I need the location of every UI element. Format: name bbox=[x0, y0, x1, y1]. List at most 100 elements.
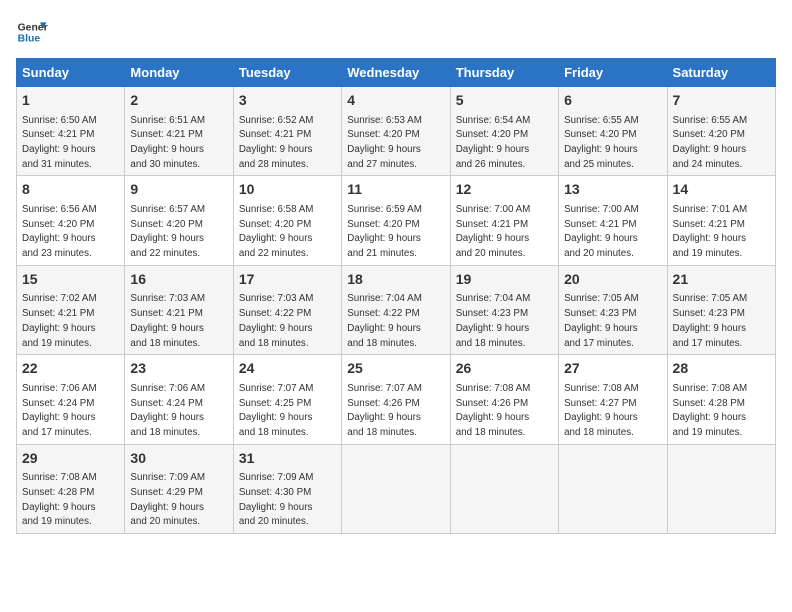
day-cell-16: 16 Sunrise: 7:03 AMSunset: 4:21 PMDayligh… bbox=[125, 265, 233, 354]
day-number: 4 bbox=[347, 91, 444, 111]
day-cell-13: 13 Sunrise: 7:00 AMSunset: 4:21 PMDayligh… bbox=[559, 176, 667, 265]
day-info: Sunrise: 6:50 AMSunset: 4:21 PMDaylight:… bbox=[22, 115, 97, 170]
weekday-header-monday: Monday bbox=[125, 59, 233, 87]
day-cell-10: 10 Sunrise: 6:58 AMSunset: 4:20 PMDayligh… bbox=[233, 176, 341, 265]
day-cell-15: 15 Sunrise: 7:02 AMSunset: 4:21 PMDayligh… bbox=[17, 265, 125, 354]
day-cell-3: 3Sunrise: 6:52 AMSunset: 4:21 PMDaylight… bbox=[233, 87, 341, 176]
day-info: Sunrise: 7:07 AMSunset: 4:26 PMDaylight:… bbox=[347, 383, 422, 438]
day-number: 17 bbox=[239, 270, 336, 290]
day-cell-28: 28 Sunrise: 7:08 AMSunset: 4:28 PMDayligh… bbox=[667, 355, 775, 444]
day-info: Sunrise: 6:53 AMSunset: 4:20 PMDaylight:… bbox=[347, 115, 422, 170]
day-cell-20: 20Sunrise: 7:05 AMSunset: 4:23 PMDayligh… bbox=[559, 265, 667, 354]
day-number: 14 bbox=[673, 180, 770, 200]
day-cell-19: 19 Sunrise: 7:04 AMSunset: 4:23 PMDayligh… bbox=[450, 265, 558, 354]
day-cell-22: 22Sunrise: 7:06 AMSunset: 4:24 PMDayligh… bbox=[17, 355, 125, 444]
weekday-header-row: SundayMondayTuesdayWednesdayThursdayFrid… bbox=[17, 59, 776, 87]
day-cell-1: 1 Sunrise: 6:50 AMSunset: 4:21 PMDaylight… bbox=[17, 87, 125, 176]
weekday-header-thursday: Thursday bbox=[450, 59, 558, 87]
day-number: 2 bbox=[130, 91, 227, 111]
calendar-week-row: 29Sunrise: 7:08 AMSunset: 4:28 PMDayligh… bbox=[17, 444, 776, 533]
day-info: Sunrise: 6:54 AMSunset: 4:20 PMDaylight:… bbox=[456, 115, 531, 170]
day-cell-27: 27 Sunrise: 7:08 AMSunset: 4:27 PMDayligh… bbox=[559, 355, 667, 444]
day-info: Sunrise: 7:00 AMSunset: 4:21 PMDaylight:… bbox=[456, 204, 531, 259]
weekday-header-wednesday: Wednesday bbox=[342, 59, 450, 87]
day-info: Sunrise: 6:55 AMSunset: 4:20 PMDaylight:… bbox=[564, 115, 639, 170]
day-info: Sunrise: 7:01 AMSunset: 4:21 PMDaylight:… bbox=[673, 204, 748, 259]
day-info: Sunrise: 7:09 AMSunset: 4:29 PMDaylight:… bbox=[130, 472, 205, 527]
day-number: 8 bbox=[22, 180, 119, 200]
day-number: 6 bbox=[564, 91, 661, 111]
day-info: Sunrise: 7:02 AMSunset: 4:21 PMDaylight:… bbox=[22, 293, 97, 348]
day-number: 19 bbox=[456, 270, 553, 290]
day-info: Sunrise: 7:08 AMSunset: 4:27 PMDaylight:… bbox=[564, 383, 639, 438]
day-number: 1 bbox=[22, 91, 119, 111]
day-cell-31: 31 Sunrise: 7:09 AMSunset: 4:30 PMDayligh… bbox=[233, 444, 341, 533]
day-info: Sunrise: 6:59 AMSunset: 4:20 PMDaylight:… bbox=[347, 204, 422, 259]
day-number: 13 bbox=[564, 180, 661, 200]
weekday-header-saturday: Saturday bbox=[667, 59, 775, 87]
day-number: 16 bbox=[130, 270, 227, 290]
day-number: 31 bbox=[239, 449, 336, 469]
day-number: 18 bbox=[347, 270, 444, 290]
day-info: Sunrise: 7:03 AMSunset: 4:22 PMDaylight:… bbox=[239, 293, 314, 348]
day-number: 5 bbox=[456, 91, 553, 111]
day-cell-14: 14 Sunrise: 7:01 AMSunset: 4:21 PMDayligh… bbox=[667, 176, 775, 265]
day-info: Sunrise: 6:55 AMSunset: 4:20 PMDaylight:… bbox=[673, 115, 748, 170]
day-number: 25 bbox=[347, 359, 444, 379]
page-header: General Blue bbox=[16, 16, 776, 48]
day-number: 27 bbox=[564, 359, 661, 379]
logo: General Blue bbox=[16, 16, 48, 48]
day-info: Sunrise: 7:07 AMSunset: 4:25 PMDaylight:… bbox=[239, 383, 314, 438]
day-number: 21 bbox=[673, 270, 770, 290]
calendar-table: SundayMondayTuesdayWednesdayThursdayFrid… bbox=[16, 58, 776, 534]
weekday-header-friday: Friday bbox=[559, 59, 667, 87]
day-cell-4: 4 Sunrise: 6:53 AMSunset: 4:20 PMDaylight… bbox=[342, 87, 450, 176]
day-cell-29: 29Sunrise: 7:08 AMSunset: 4:28 PMDayligh… bbox=[17, 444, 125, 533]
empty-day-cell bbox=[667, 444, 775, 533]
day-number: 22 bbox=[22, 359, 119, 379]
day-cell-18: 18Sunrise: 7:04 AMSunset: 4:22 PMDayligh… bbox=[342, 265, 450, 354]
day-info: Sunrise: 7:09 AMSunset: 4:30 PMDaylight:… bbox=[239, 472, 314, 527]
day-info: Sunrise: 7:05 AMSunset: 4:23 PMDaylight:… bbox=[673, 293, 748, 348]
day-info: Sunrise: 7:03 AMSunset: 4:21 PMDaylight:… bbox=[130, 293, 205, 348]
day-number: 10 bbox=[239, 180, 336, 200]
day-cell-23: 23 Sunrise: 7:06 AMSunset: 4:24 PMDayligh… bbox=[125, 355, 233, 444]
day-number: 23 bbox=[130, 359, 227, 379]
day-number: 28 bbox=[673, 359, 770, 379]
day-cell-30: 30 Sunrise: 7:09 AMSunset: 4:29 PMDayligh… bbox=[125, 444, 233, 533]
day-number: 9 bbox=[130, 180, 227, 200]
day-number: 20 bbox=[564, 270, 661, 290]
calendar-week-row: 15 Sunrise: 7:02 AMSunset: 4:21 PMDayligh… bbox=[17, 265, 776, 354]
day-info: Sunrise: 7:06 AMSunset: 4:24 PMDaylight:… bbox=[130, 383, 205, 438]
calendar-week-row: 22 Sunrise: 7:06 AMSunset: 4:24 PMDayligh… bbox=[17, 355, 776, 444]
day-cell-2: 2 Sunrise: 6:51 AMSunset: 4:21 PMDaylight… bbox=[125, 87, 233, 176]
day-cell-8: 8 Sunrise: 6:56 AMSunset: 4:20 PMDaylight… bbox=[17, 176, 125, 265]
day-number: 30 bbox=[130, 449, 227, 469]
day-number: 11 bbox=[347, 180, 444, 200]
day-info: Sunrise: 6:56 AMSunset: 4:20 PMDaylight:… bbox=[22, 204, 97, 259]
svg-text:Blue: Blue bbox=[18, 34, 41, 45]
empty-day-cell bbox=[450, 444, 558, 533]
day-info: Sunrise: 7:08 AMSunset: 4:28 PMDaylight:… bbox=[673, 383, 748, 438]
day-info: Sunrise: 6:58 AMSunset: 4:20 PMDaylight:… bbox=[239, 204, 314, 259]
day-cell-9: 9 Sunrise: 6:57 AMSunset: 4:20 PMDaylight… bbox=[125, 176, 233, 265]
day-cell-12: 12 Sunrise: 7:00 AMSunset: 4:21 PMDayligh… bbox=[450, 176, 558, 265]
empty-day-cell bbox=[559, 444, 667, 533]
day-cell-21: 21 Sunrise: 7:05 AMSunset: 4:23 PMDayligh… bbox=[667, 265, 775, 354]
day-number: 3 bbox=[239, 91, 336, 111]
day-info: Sunrise: 7:08 AMSunset: 4:26 PMDaylight:… bbox=[456, 383, 531, 438]
day-cell-24: 24Sunrise: 7:07 AMSunset: 4:25 PMDayligh… bbox=[233, 355, 341, 444]
day-number: 7 bbox=[673, 91, 770, 111]
logo-icon: General Blue bbox=[16, 16, 48, 48]
day-info: Sunrise: 6:51 AMSunset: 4:21 PMDaylight:… bbox=[130, 115, 205, 170]
day-number: 15 bbox=[22, 270, 119, 290]
day-info: Sunrise: 7:04 AMSunset: 4:23 PMDaylight:… bbox=[456, 293, 531, 348]
day-cell-25: 25 Sunrise: 7:07 AMSunset: 4:26 PMDayligh… bbox=[342, 355, 450, 444]
calendar-week-row: 8 Sunrise: 6:56 AMSunset: 4:20 PMDaylight… bbox=[17, 176, 776, 265]
day-info: Sunrise: 7:00 AMSunset: 4:21 PMDaylight:… bbox=[564, 204, 639, 259]
day-cell-17: 17 Sunrise: 7:03 AMSunset: 4:22 PMDayligh… bbox=[233, 265, 341, 354]
day-number: 12 bbox=[456, 180, 553, 200]
calendar-week-row: 1 Sunrise: 6:50 AMSunset: 4:21 PMDaylight… bbox=[17, 87, 776, 176]
day-cell-7: 7 Sunrise: 6:55 AMSunset: 4:20 PMDaylight… bbox=[667, 87, 775, 176]
day-info: Sunrise: 6:57 AMSunset: 4:20 PMDaylight:… bbox=[130, 204, 205, 259]
